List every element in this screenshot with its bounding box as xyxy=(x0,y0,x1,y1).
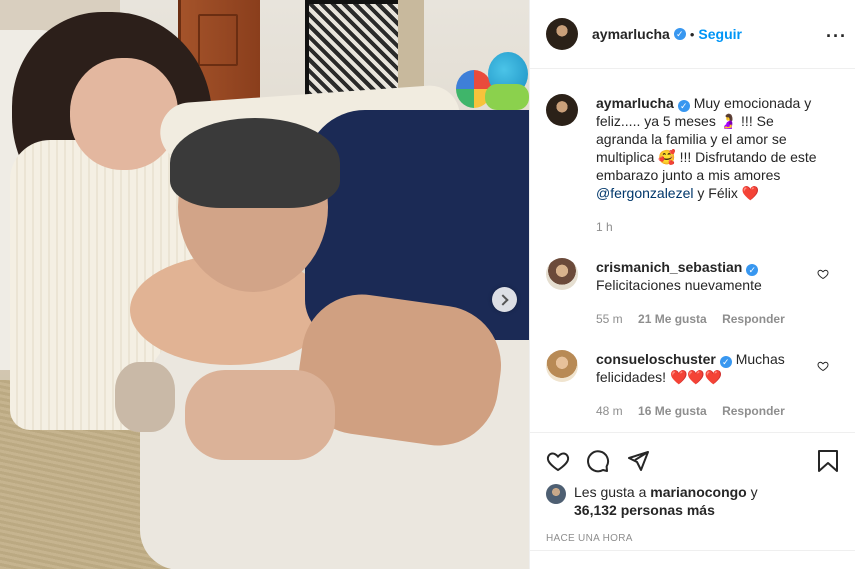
comment-time[interactable]: 48 m xyxy=(596,404,623,418)
verified-icon: ✓ xyxy=(746,264,759,276)
likes-text: Les gusta a marianocongo y 36,132 person… xyxy=(574,483,758,519)
emoji: ❤️ xyxy=(741,185,760,201)
emoji: 🥰 xyxy=(658,149,676,165)
caption-username[interactable]: aymarlucha xyxy=(596,95,674,111)
more-icon[interactable]: ··· xyxy=(826,26,847,47)
verified-icon: ✓ xyxy=(677,100,690,112)
likes-user[interactable]: marianocongo xyxy=(650,484,746,500)
dot-separator: • xyxy=(689,26,695,42)
comment-icon[interactable] xyxy=(586,449,610,473)
post-panel: aymarlucha ✓ • Seguir ··· aymarlucha ✓ Mu… xyxy=(529,0,855,569)
verified-icon: ✓ xyxy=(719,356,732,368)
avatar[interactable] xyxy=(546,350,578,382)
caption-body: aymarlucha ✓ Muy emocionada y feliz..... … xyxy=(596,94,828,236)
scrunchie xyxy=(115,362,175,432)
comment-time[interactable]: 55 m xyxy=(596,312,623,326)
reply-button[interactable]: Responder xyxy=(722,404,785,418)
wall-art xyxy=(305,0,405,100)
comments-list[interactable]: aymarlucha ✓ Muy emocionada y feliz..... … xyxy=(530,70,855,432)
wall-frame xyxy=(398,0,424,100)
comment-body: crismanich_sebastian ✓ Felicitaciones nue… xyxy=(596,258,828,328)
woman-face xyxy=(70,58,178,170)
post-photo[interactable] xyxy=(0,0,529,569)
share-icon[interactable] xyxy=(626,449,650,473)
caption: aymarlucha ✓ Muy emocionada y feliz..... … xyxy=(546,94,839,236)
post-header: aymarlucha ✓ • Seguir ··· xyxy=(530,0,855,69)
action-icons xyxy=(546,441,839,481)
caption-text: y Félix xyxy=(693,185,742,201)
verified-icon: ✓ xyxy=(673,28,686,40)
hands xyxy=(185,370,335,460)
emoji: 🤰 xyxy=(719,113,738,129)
toy-green xyxy=(485,84,529,110)
comment-username[interactable]: crismanich_sebastian xyxy=(596,259,742,275)
door-panel xyxy=(198,14,238,66)
header-username[interactable]: aymarlucha xyxy=(592,26,670,42)
bookmark-icon[interactable] xyxy=(817,449,839,473)
reply-button[interactable]: Responder xyxy=(722,312,785,326)
mention-link[interactable]: @fergonzalezel xyxy=(596,185,694,201)
comment-body: consueloschuster ✓ Muchas felicidades! ❤️… xyxy=(596,350,828,420)
comment-item: consueloschuster ✓ Muchas felicidades! ❤️… xyxy=(546,350,839,420)
post-timestamp[interactable]: HACE UNA HORA xyxy=(546,533,839,544)
chevron-right-icon[interactable] xyxy=(492,287,517,312)
man-hair xyxy=(170,118,340,208)
avatar[interactable] xyxy=(546,258,578,290)
add-comment-bar[interactable] xyxy=(530,550,855,569)
likes-mid: y xyxy=(746,484,758,500)
comment-meta: 55 m 21 Me gusta Responder xyxy=(596,310,828,328)
avatar[interactable] xyxy=(546,18,578,50)
likes-count[interactable]: 36,132 personas más xyxy=(574,502,715,518)
avatar[interactable] xyxy=(546,484,566,504)
comment-likes[interactable]: 21 Me gusta xyxy=(638,312,707,326)
post-actions: Les gusta a marianocongo y 36,132 person… xyxy=(530,432,855,550)
heart-icon[interactable] xyxy=(817,360,829,372)
caption-meta: 1 h xyxy=(596,218,828,236)
comment-likes[interactable]: 16 Me gusta xyxy=(638,404,707,418)
caption-time[interactable]: 1 h xyxy=(596,220,613,234)
comment-item: crismanich_sebastian ✓ Felicitaciones nue… xyxy=(546,258,839,328)
emoji: ❤️❤️❤️ xyxy=(669,369,723,385)
heart-icon[interactable] xyxy=(546,449,570,473)
follow-button[interactable]: Seguir xyxy=(698,26,742,42)
comment-text: Felicitaciones nuevamente xyxy=(596,277,762,293)
comment-meta: 48 m 16 Me gusta Responder xyxy=(596,402,828,420)
heart-icon[interactable] xyxy=(817,268,829,280)
likes-summary: Les gusta a marianocongo y 36,132 person… xyxy=(546,483,839,519)
likes-prefix: Les gusta a xyxy=(574,484,651,500)
avatar[interactable] xyxy=(546,94,578,126)
comment-username[interactable]: consueloschuster xyxy=(596,351,716,367)
